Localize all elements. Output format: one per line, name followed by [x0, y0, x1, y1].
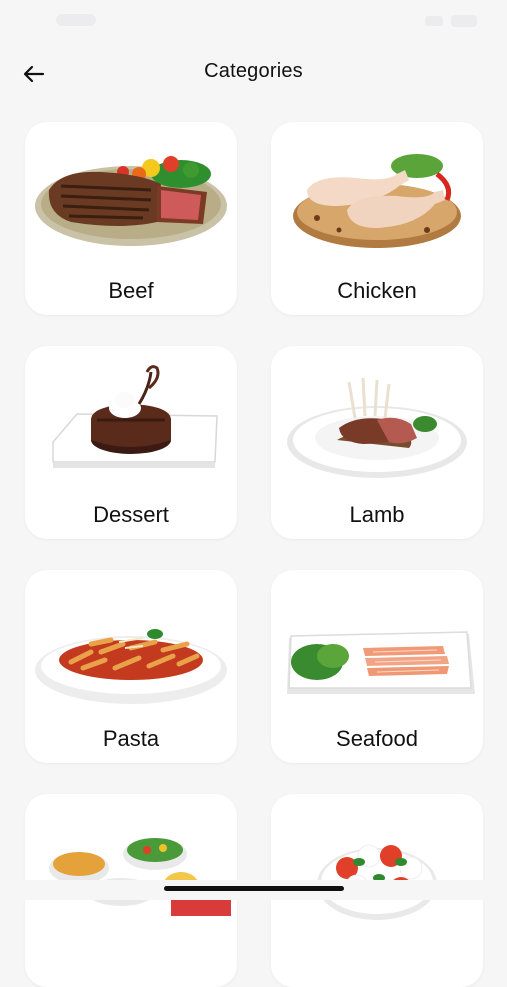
category-grid: Beef Chicken Dessert Lamb Pasta Seafood	[25, 122, 483, 987]
category-card-seafood[interactable]: Seafood	[271, 570, 483, 763]
penne-pasta-image	[35, 629, 227, 704]
chicken-legs-image	[293, 154, 461, 248]
category-label: Lamb	[349, 502, 405, 527]
header: Categories	[0, 48, 507, 100]
caprese-salad-image	[317, 844, 437, 920]
category-card-pasta[interactable]: Pasta	[25, 570, 237, 763]
category-card-lamb[interactable]: Lamb	[271, 346, 483, 539]
category-card-beef[interactable]: Beef	[25, 122, 237, 315]
battery-icon	[451, 15, 477, 27]
signal-icon	[425, 16, 443, 26]
category-card-chicken[interactable]: Chicken	[271, 122, 483, 315]
lamb-rack-image	[287, 377, 467, 478]
category-label: Dessert	[93, 502, 169, 527]
status-time	[56, 14, 96, 26]
chocolate-cake-image	[52, 365, 218, 468]
beef-steak-image	[35, 156, 227, 246]
page-title: Categories	[204, 60, 303, 82]
category-label: Pasta	[102, 726, 160, 751]
category-label: Chicken	[337, 278, 417, 303]
side-dishes-image	[49, 838, 231, 916]
category-label: Beef	[108, 278, 154, 303]
home-indicator[interactable]	[164, 886, 344, 891]
status-bar	[0, 0, 507, 44]
category-label: Seafood	[336, 726, 418, 751]
category-card-dessert[interactable]: Dessert	[25, 346, 237, 539]
salmon-platter-image	[287, 631, 475, 694]
